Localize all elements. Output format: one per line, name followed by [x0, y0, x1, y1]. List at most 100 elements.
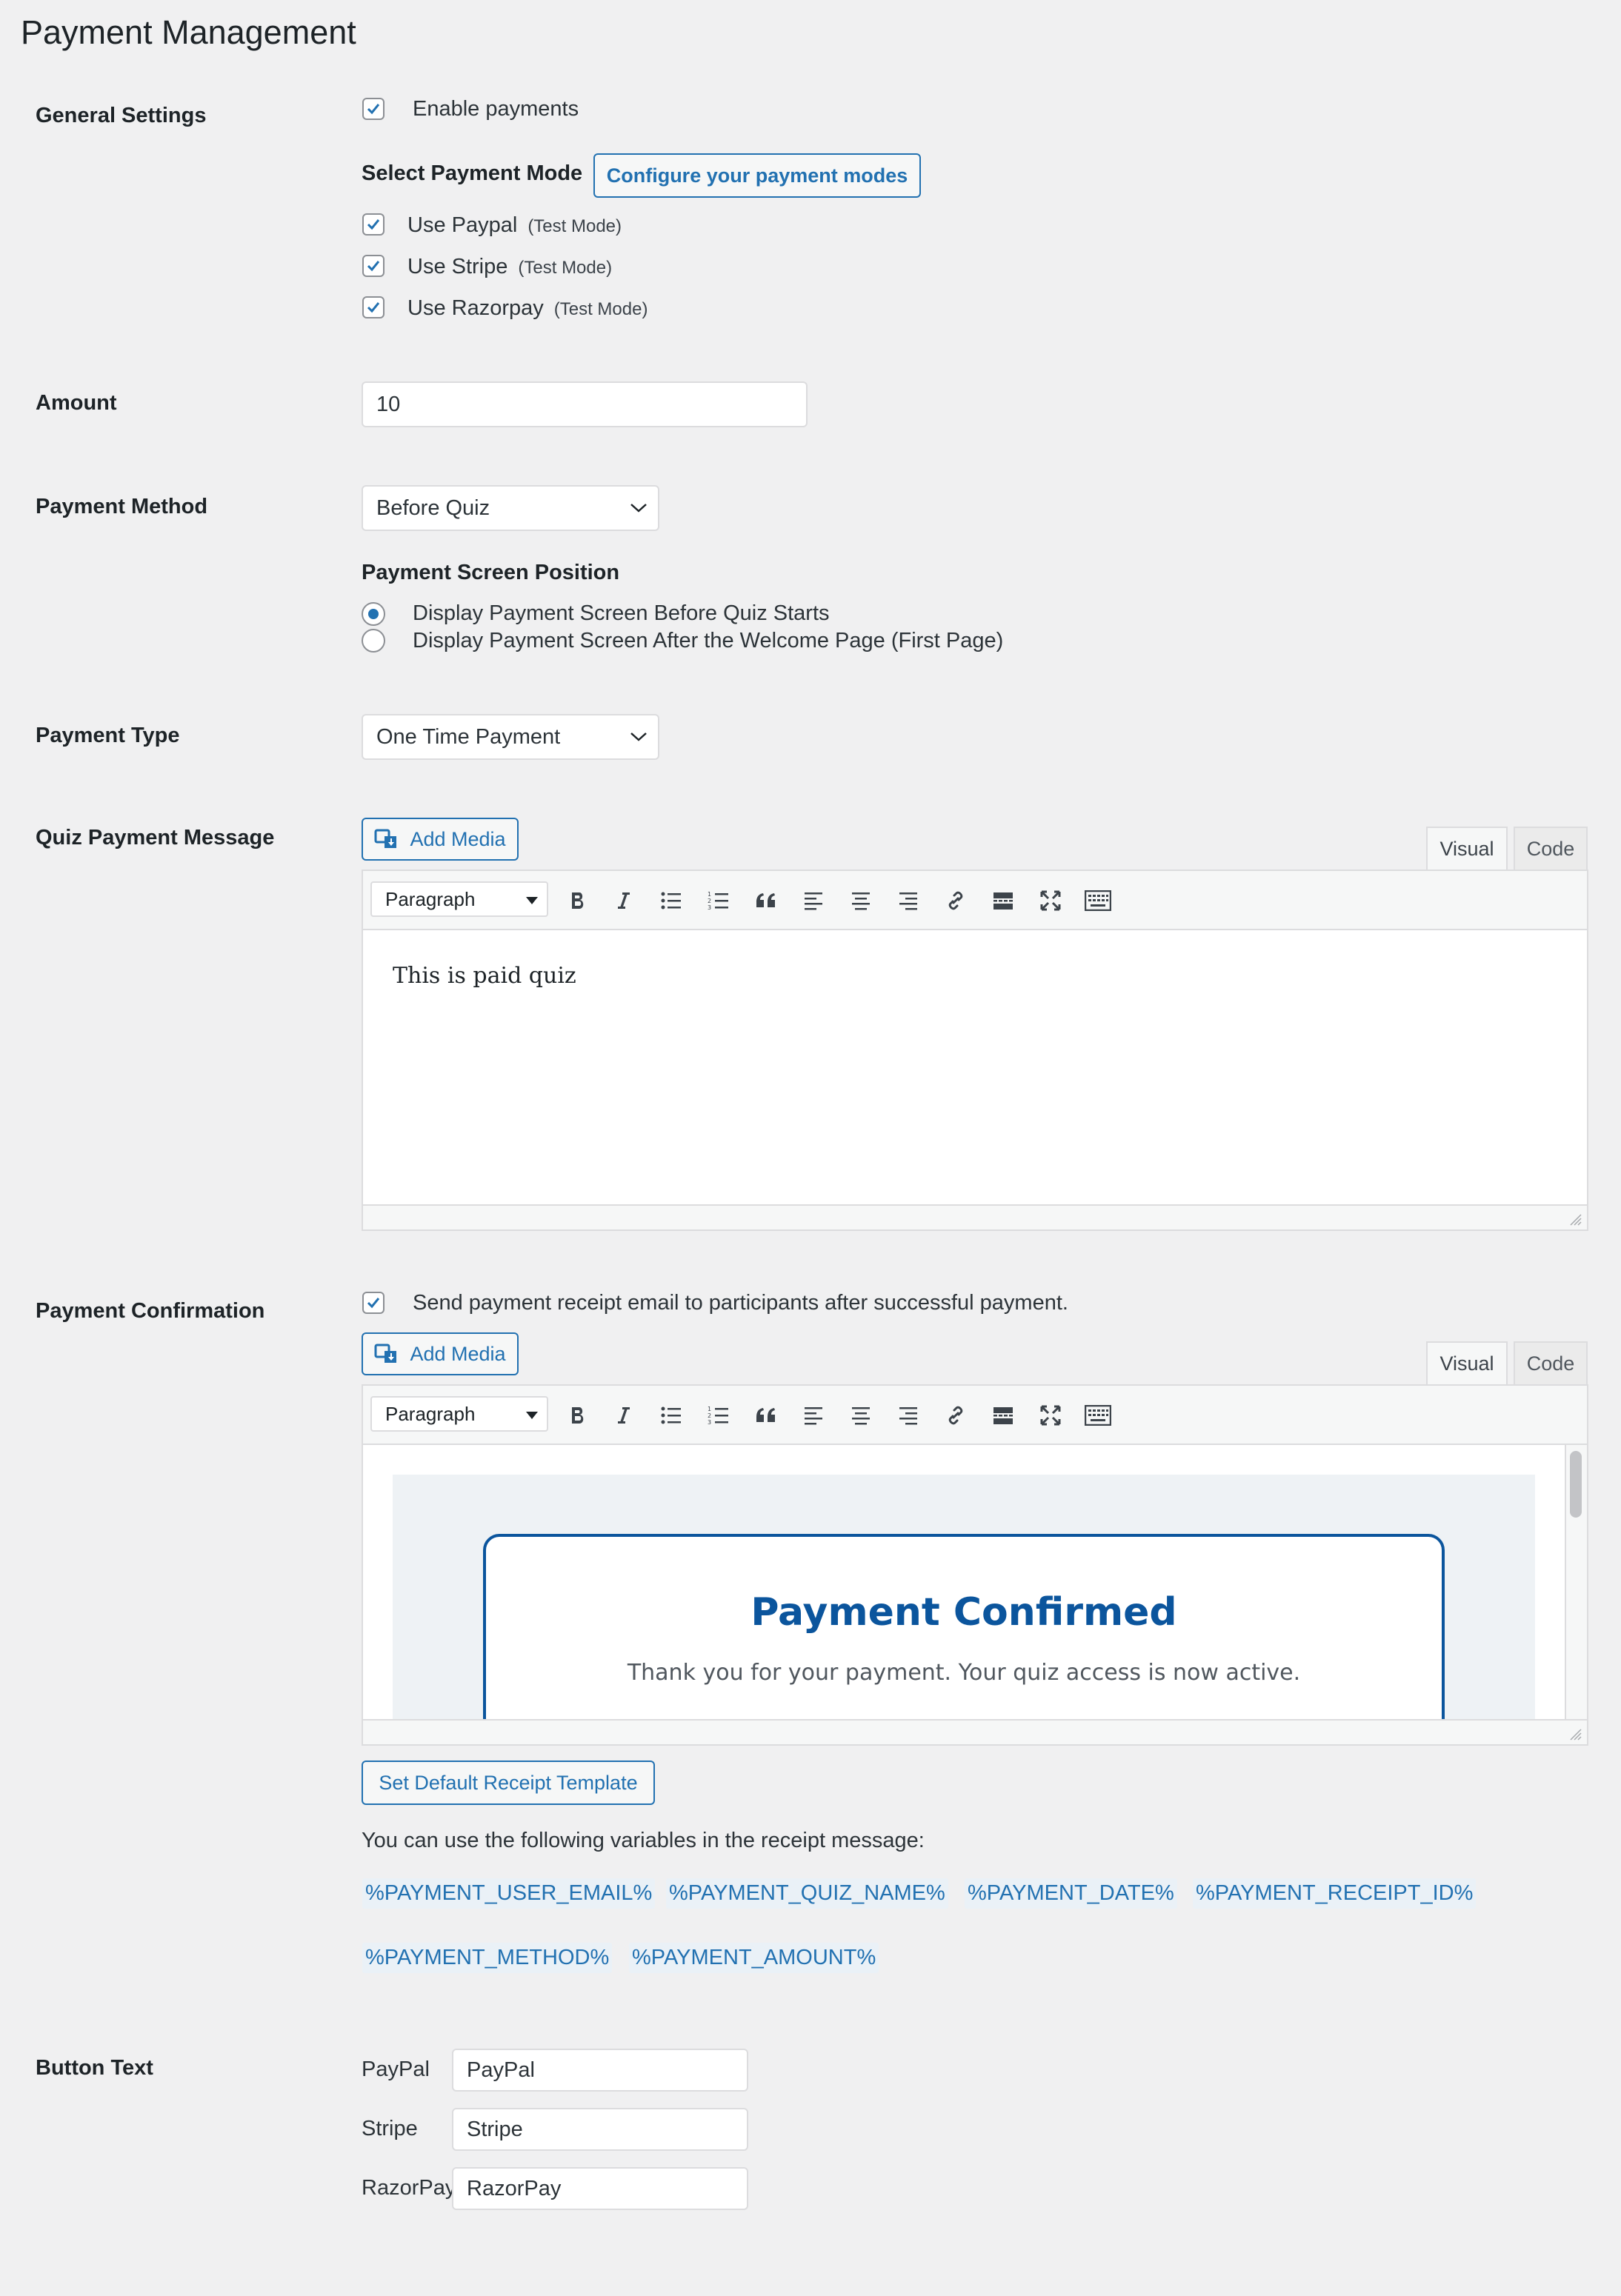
- use-paypal-row: Use Paypal (Test Mode): [407, 213, 622, 238]
- italic-icon[interactable]: [609, 1401, 639, 1430]
- numbered-list-icon[interactable]: 123: [704, 886, 733, 915]
- chevron-down-icon: [630, 504, 647, 513]
- link-icon[interactable]: [941, 886, 971, 915]
- tab-visual-confirmation[interactable]: Visual: [1426, 1341, 1508, 1384]
- format-select[interactable]: Paragraph: [370, 881, 548, 917]
- add-media-label: Add Media: [410, 1342, 506, 1365]
- stripe-button-text-input[interactable]: Stripe: [452, 2108, 748, 2151]
- receipt-title: Payment Confirmed: [750, 1590, 1177, 1635]
- variable-chip[interactable]: %PAYMENT_QUIZ_NAME%: [666, 1878, 948, 1909]
- use-paypal-label: Use Paypal: [407, 213, 518, 237]
- align-left-icon[interactable]: [799, 1401, 828, 1430]
- format-select[interactable]: Paragraph: [370, 1396, 548, 1432]
- editor-scrollbar[interactable]: [1565, 1445, 1587, 1722]
- button-text-label: Button Text: [36, 2056, 153, 2080]
- payment-confirmation-label: Payment Confirmation: [36, 1299, 265, 1323]
- general-settings-label: General Settings: [36, 104, 207, 127]
- bullet-list-icon[interactable]: [656, 886, 686, 915]
- link-icon[interactable]: [941, 1401, 971, 1430]
- check-icon: [367, 104, 380, 115]
- use-razorpay-checkbox[interactable]: [362, 296, 385, 318]
- blockquote-icon[interactable]: [751, 886, 781, 915]
- payment-screen-position-label: Payment Screen Position: [362, 561, 620, 584]
- send-receipt-label: Send payment receipt email to participan…: [413, 1291, 1068, 1315]
- quiz-message-content[interactable]: This is paid quiz: [393, 963, 576, 989]
- numbered-list-icon[interactable]: 123: [704, 1401, 733, 1430]
- position-after-welcome-label: Display Payment Screen After the Welcome…: [413, 629, 1004, 653]
- variable-chip[interactable]: %PAYMENT_METHOD%: [362, 1943, 613, 1973]
- set-default-template-button[interactable]: Set Default Receipt Template: [362, 1761, 655, 1805]
- test-mode-note: (Test Mode): [553, 299, 648, 319]
- receipt-card: Payment Confirmed Thank you for your pay…: [483, 1534, 1445, 1721]
- amount-label: Amount: [36, 391, 117, 415]
- svg-text:3: 3: [708, 904, 711, 911]
- add-media-button-confirmation[interactable]: Add Media: [362, 1332, 519, 1375]
- align-right-icon[interactable]: [893, 886, 923, 915]
- read-more-icon[interactable]: [988, 886, 1018, 915]
- payment-method-value: Before Quiz: [376, 495, 490, 520]
- paypal-button-text-label: PayPal: [362, 2058, 430, 2081]
- align-center-icon[interactable]: [846, 886, 876, 915]
- use-razorpay-label: Use Razorpay: [407, 296, 544, 320]
- stripe-button-text-label: Stripe: [362, 2117, 418, 2140]
- payment-method-label: Payment Method: [36, 495, 208, 518]
- use-stripe-label: Use Stripe: [407, 255, 508, 278]
- toolbar-toggle-icon[interactable]: [1083, 1401, 1113, 1430]
- confirmation-editor: Paragraph 123 Payment Confirmed Thank yo…: [362, 1384, 1588, 1746]
- payment-method-select[interactable]: Before Quiz: [362, 485, 659, 531]
- quiz-payment-message-label: Quiz Payment Message: [36, 826, 275, 850]
- read-more-icon[interactable]: [988, 1401, 1018, 1430]
- editor-statusbar: [363, 1719, 1587, 1744]
- variable-chip[interactable]: %PAYMENT_AMOUNT%: [629, 1943, 879, 1973]
- variable-chip[interactable]: %PAYMENT_DATE%: [965, 1878, 1177, 1909]
- align-right-icon[interactable]: [893, 1401, 923, 1430]
- use-stripe-checkbox[interactable]: [362, 255, 385, 277]
- razorpay-button-text-input[interactable]: RazorPay: [452, 2167, 748, 2210]
- payment-type-select[interactable]: One Time Payment: [362, 714, 659, 760]
- bold-icon[interactable]: [563, 1401, 593, 1430]
- variable-chip[interactable]: %PAYMENT_USER_EMAIL%: [362, 1878, 656, 1909]
- page-title: Payment Management: [21, 13, 356, 51]
- fullscreen-icon[interactable]: [1036, 1401, 1065, 1430]
- use-razorpay-row: Use Razorpay (Test Mode): [407, 296, 648, 321]
- fullscreen-icon[interactable]: [1036, 886, 1065, 915]
- bullet-list-icon[interactable]: [656, 1401, 686, 1430]
- svg-text:1: 1: [708, 891, 711, 898]
- svg-text:1: 1: [708, 1406, 711, 1412]
- test-mode-note: (Test Mode): [527, 216, 622, 236]
- bold-icon[interactable]: [563, 886, 593, 915]
- tab-visual[interactable]: Visual: [1426, 827, 1508, 870]
- tab-code[interactable]: Code: [1514, 827, 1588, 870]
- receipt-text: Thank you for your payment. Your quiz ac…: [627, 1660, 1301, 1686]
- position-before-quiz-label: Display Payment Screen Before Quiz Start…: [413, 601, 830, 625]
- tab-code-confirmation[interactable]: Code: [1514, 1341, 1588, 1384]
- check-icon: [367, 219, 380, 230]
- select-payment-mode-label: Select Payment Mode: [362, 161, 583, 185]
- send-receipt-checkbox[interactable]: [362, 1292, 385, 1314]
- amount-input[interactable]: 10: [362, 381, 808, 427]
- enable-payments-label: Enable payments: [413, 97, 579, 121]
- align-center-icon[interactable]: [846, 1401, 876, 1430]
- add-media-icon: [374, 1344, 397, 1363]
- chevron-down-icon: [630, 732, 647, 741]
- quiz-message-editor: Paragraph 123 This is paid quiz: [362, 870, 1588, 1231]
- paypal-button-text-input[interactable]: PayPal: [452, 2049, 748, 2092]
- scrollbar-thumb[interactable]: [1570, 1451, 1582, 1518]
- italic-icon[interactable]: [609, 886, 639, 915]
- position-after-welcome-radio[interactable]: [362, 629, 385, 653]
- add-media-button[interactable]: Add Media: [362, 818, 519, 861]
- editor-toolbar: Paragraph 123: [363, 1386, 1587, 1445]
- configure-payment-modes-button[interactable]: Configure your payment modes: [593, 153, 921, 198]
- align-left-icon[interactable]: [799, 886, 828, 915]
- position-before-quiz-radio[interactable]: [362, 602, 385, 626]
- resize-grip-icon[interactable]: [1568, 1212, 1582, 1227]
- format-value: Paragraph: [385, 1402, 476, 1425]
- use-paypal-checkbox[interactable]: [362, 213, 385, 236]
- toolbar-toggle-icon[interactable]: [1083, 886, 1113, 915]
- variable-chip[interactable]: %PAYMENT_RECEIPT_ID%: [1193, 1878, 1477, 1909]
- enable-payments-checkbox[interactable]: [362, 98, 385, 120]
- svg-text:3: 3: [708, 1419, 711, 1426]
- receipt-preview: Payment Confirmed Thank you for your pay…: [393, 1475, 1535, 1721]
- resize-grip-icon[interactable]: [1568, 1726, 1582, 1741]
- blockquote-icon[interactable]: [751, 1401, 781, 1430]
